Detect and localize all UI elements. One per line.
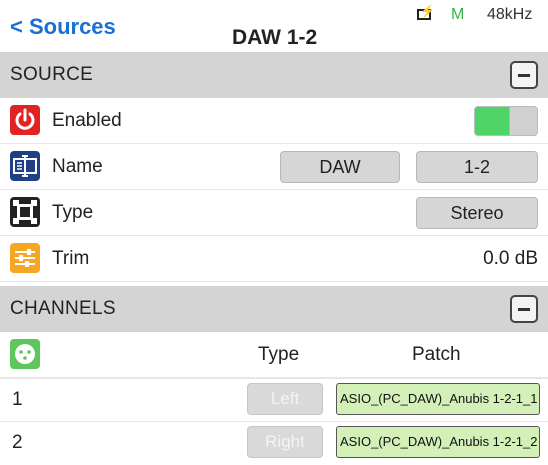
xlr-connector-icon (10, 339, 40, 369)
trim-label: Trim (52, 248, 90, 269)
enabled-row: Enabled (0, 98, 548, 144)
channel-patch-button[interactable]: ASIO_(PC_DAW)_Anubis 1-2-1_1 (336, 383, 540, 415)
channel-number: 1 (12, 389, 23, 410)
column-header-patch: Patch (412, 344, 461, 365)
name-label: Name (52, 156, 103, 177)
channels-section-header: CHANNELS (0, 286, 548, 332)
collapse-channels-button[interactable] (510, 295, 538, 323)
toggle-knob (509, 107, 537, 135)
battery-charging-icon: ⚡ (417, 5, 435, 20)
back-to-sources-button[interactable]: < Sources (10, 14, 116, 40)
column-header-type: Type (258, 344, 300, 365)
channel-row: 2 Right ASIO_(PC_DAW)_Anubis 1-2-1_2 (0, 421, 548, 461)
top-bar: < Sources DAW 1-2 ⚡ M 48kHz (0, 0, 548, 52)
channels-header-row: Type Patch (0, 332, 548, 378)
trim-value[interactable]: 0.0 dB (483, 248, 538, 270)
channel-patch-button[interactable]: ASIO_(PC_DAW)_Anubis 1-2-1_2 (336, 426, 540, 458)
name-suffix-button[interactable]: 1-2 (416, 151, 538, 183)
enabled-label: Enabled (52, 110, 122, 131)
trim-row[interactable]: Trim 0.0 dB (0, 236, 548, 282)
type-row: Type Stereo (0, 190, 548, 236)
source-type-button[interactable]: Stereo (416, 197, 538, 229)
page-title: DAW 1-2 (232, 26, 318, 49)
toggle-on-fill (475, 107, 509, 135)
source-section-header: SOURCE (0, 52, 548, 98)
sliders-icon (10, 243, 40, 273)
enabled-toggle[interactable] (474, 106, 538, 136)
channel-type-button: Right (247, 426, 323, 458)
name-tag-icon (10, 151, 40, 181)
stereo-frame-icon (10, 197, 40, 227)
channel-type-button: Left (247, 383, 323, 415)
channels-section-label: CHANNELS (10, 298, 116, 319)
status-mode: M (451, 6, 465, 23)
sample-rate: 48kHz (487, 6, 533, 23)
name-row: Name DAW 1-2 (0, 144, 548, 190)
power-icon (10, 105, 40, 135)
collapse-source-button[interactable] (510, 61, 538, 89)
name-prefix-button[interactable]: DAW (280, 151, 400, 183)
channel-row: 1 Left ASIO_(PC_DAW)_Anubis 1-2-1_1 (0, 378, 548, 418)
channel-number: 2 (12, 432, 23, 453)
type-label: Type (52, 202, 94, 223)
source-section-label: SOURCE (10, 64, 94, 85)
